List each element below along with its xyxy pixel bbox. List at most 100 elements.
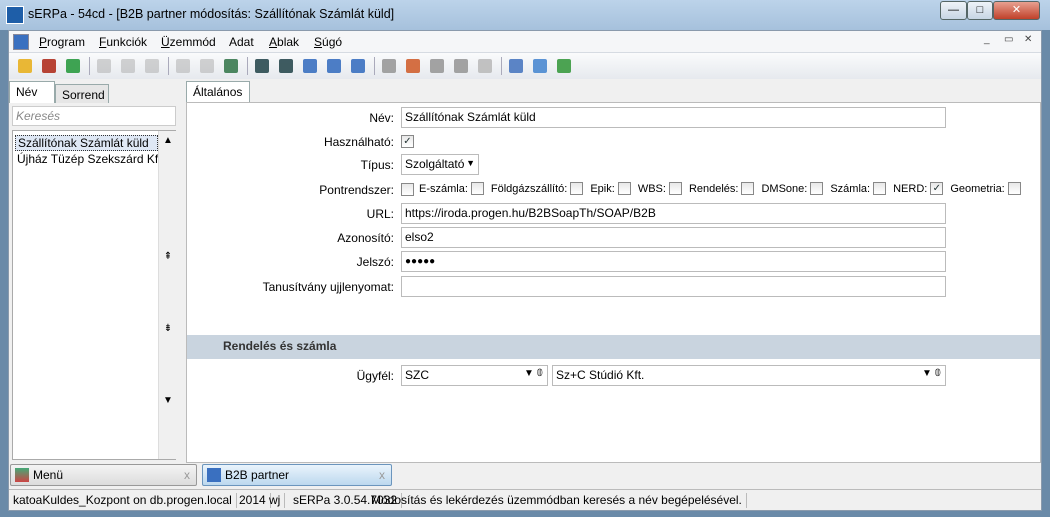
checkbox[interactable] xyxy=(617,182,631,195)
filter-doc-icon[interactable] xyxy=(276,56,296,76)
menu-label: zemmód xyxy=(169,35,216,49)
tanusitvany-label: Tanusítvány ujjlenyomat: xyxy=(262,280,394,294)
jelszo-input[interactable]: ●●●●● xyxy=(401,251,946,272)
list-item[interactable]: Újház Tüzép Szekszárd Kft. xyxy=(15,152,158,168)
menu-item[interactable]: Súgó xyxy=(314,35,342,49)
checkbox[interactable] xyxy=(741,182,755,195)
menu-item[interactable]: Funkciók xyxy=(99,35,147,49)
checkbox[interactable] xyxy=(1007,182,1021,195)
search-icon[interactable] xyxy=(300,56,320,76)
detail-panel: Általános Név: Szállítónak Számlát küld … xyxy=(186,81,1041,463)
report-icon[interactable] xyxy=(403,56,423,76)
close-tab-icon[interactable]: x xyxy=(379,468,385,482)
ugyfel-name-select[interactable]: Sz+C Stúdió Kft. ▼ 𝟘 xyxy=(552,365,946,386)
list-item[interactable]: Szállítónak Számlát küld xyxy=(15,135,158,151)
ugyfel-code-select[interactable]: SZC ▼ 𝟘 xyxy=(401,365,548,386)
toolbar-separator xyxy=(168,57,169,75)
save-icon[interactable] xyxy=(173,56,193,76)
menu-mnemonic: Ü xyxy=(161,35,170,49)
hasznalhato-label: Használható: xyxy=(323,135,394,149)
print-icon[interactable] xyxy=(94,56,114,76)
child-close-button[interactable]: ✕ xyxy=(1024,34,1032,45)
scrollbar[interactable]: ▲ ⇞ ⇟ ▼ xyxy=(158,131,176,459)
down-icon[interactable] xyxy=(348,56,368,76)
indent-icon[interactable] xyxy=(379,56,399,76)
checkbox[interactable] xyxy=(873,182,887,195)
app-logo-icon xyxy=(6,6,24,24)
tipus-label: Típus: xyxy=(360,158,394,172)
bottom-tab-b2b-partner[interactable]: B2B partner x xyxy=(202,464,392,486)
print-preview-icon[interactable] xyxy=(118,56,138,76)
dropdown-clip-icon[interactable]: ▼ 𝟘 xyxy=(922,368,941,379)
scroll-top-icon[interactable]: ▲ xyxy=(159,135,177,146)
menu-bar: _ ▭ ✕ Program Funkciók Üzemmód Adat Ablak Súg… xyxy=(9,31,1041,53)
maximize-button[interactable]: □ xyxy=(967,1,993,20)
delete-icon[interactable] xyxy=(197,56,217,76)
calculator-icon[interactable] xyxy=(506,56,526,76)
menu-label: úgó xyxy=(322,35,343,49)
jelszo-label: Jelszó: xyxy=(356,255,394,269)
pontrendszer-checkbox[interactable] xyxy=(401,183,414,196)
section-header: Rendelés és számla xyxy=(187,335,1040,359)
menu-item[interactable]: Üzemmód xyxy=(161,35,216,49)
phone-icon[interactable] xyxy=(554,56,574,76)
url-input[interactable]: https://iroda.progen.hu/B2BSoapTh/SOAP/B… xyxy=(401,203,946,224)
minimize-button[interactable]: — xyxy=(940,1,967,20)
toolbar-separator xyxy=(374,57,375,75)
move-left-icon[interactable] xyxy=(427,56,447,76)
menu-label: blak xyxy=(277,35,300,49)
move-right-icon[interactable] xyxy=(451,56,471,76)
bottom-tab-menu[interactable]: Menü x xyxy=(10,464,197,486)
search-input[interactable]: Keresés xyxy=(12,106,176,126)
title-bar: sERPa - 54cd - [B2B partner módosítás: S… xyxy=(0,0,1050,30)
nev-input[interactable]: Szállítónak Számlát küld xyxy=(401,107,946,128)
checkbox[interactable] xyxy=(570,182,584,195)
tab-altalanos[interactable]: Általános xyxy=(186,81,250,103)
dropdown-clip-icon[interactable]: ▼ 𝟘 xyxy=(524,368,543,379)
toolbar xyxy=(9,53,1041,79)
checkbox[interactable] xyxy=(810,182,824,195)
tanusitvany-input[interactable] xyxy=(401,276,946,297)
status-field: katoaKuldes_Kozpont on db.progen.local xyxy=(9,493,237,508)
save-close-icon[interactable] xyxy=(221,56,241,76)
checkbox[interactable] xyxy=(470,182,484,195)
mdi-client: _ ▭ ✕ Program Funkciók Üzemmód Adat Ablak Súg… xyxy=(8,30,1042,511)
new-icon[interactable] xyxy=(15,56,35,76)
checkbox[interactable]: ✓ xyxy=(930,182,944,195)
checkbox[interactable] xyxy=(668,182,682,195)
tab-nev[interactable]: Név xyxy=(9,81,55,103)
tipus-value: Szolgáltató xyxy=(405,157,465,171)
checkbox-label: WBS: xyxy=(637,182,666,195)
menu-mnemonic: P xyxy=(39,35,48,49)
hasznalhato-checkbox[interactable]: ✓ xyxy=(401,135,414,148)
close-tab-icon[interactable]: x xyxy=(184,468,190,482)
tab-sorrend[interactable]: Sorrend xyxy=(55,84,109,103)
up-icon[interactable] xyxy=(324,56,344,76)
url-label: URL: xyxy=(366,207,394,221)
refresh-icon[interactable] xyxy=(63,56,83,76)
menu-item[interactable]: Ablak xyxy=(269,35,299,49)
scroll-bottom-icon[interactable]: ▼ xyxy=(159,395,177,406)
menu-item[interactable]: Program xyxy=(39,35,85,49)
attach-icon[interactable] xyxy=(142,56,162,76)
edit-icon[interactable] xyxy=(39,56,59,76)
menu-mnemonic: S xyxy=(314,35,323,49)
azonosito-input[interactable]: elso2 xyxy=(401,227,946,248)
close-button[interactable]: ✕ xyxy=(993,1,1040,20)
page-down-icon[interactable]: ⇟ xyxy=(159,323,177,334)
child-restore-button[interactable]: ▭ xyxy=(1004,34,1013,45)
help-icon[interactable] xyxy=(475,56,495,76)
mail-icon[interactable] xyxy=(530,56,550,76)
menu-item[interactable]: Adat xyxy=(229,35,254,49)
child-minimize-button[interactable]: _ xyxy=(984,34,990,45)
feature-checkboxes: E-számla: Földgázszállító: Epik: WBS: Rendel… xyxy=(419,182,1034,195)
page-up-icon[interactable]: ⇞ xyxy=(159,251,177,262)
status-bar: katoaKuldes_Kozpont on db.progen.local 20… xyxy=(9,489,1041,510)
checkbox-label: Epik: xyxy=(590,182,615,195)
window-title: sERPa - 54cd - [B2B partner módosítás: S… xyxy=(28,7,395,21)
tab-label: Menü xyxy=(33,468,64,482)
menu-mnemonic: A xyxy=(269,35,278,49)
checkbox-label: Rendelés: xyxy=(688,182,739,195)
tipus-select[interactable]: Szolgáltató ▼ xyxy=(401,154,479,175)
filter-icon[interactable] xyxy=(252,56,272,76)
